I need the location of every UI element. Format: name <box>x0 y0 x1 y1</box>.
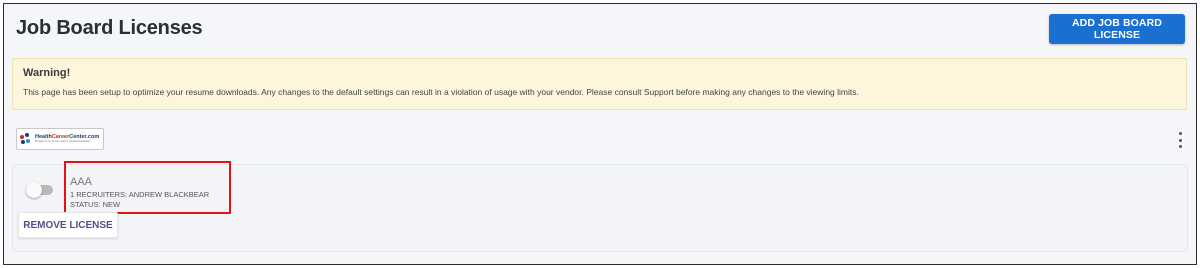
warning-banner: Warning! This page has been setup to opt… <box>12 58 1187 110</box>
license-name: AAA <box>70 176 93 188</box>
add-job-board-license-button[interactable]: ADD JOB BOARD LICENSE <box>1049 14 1185 44</box>
license-recruiters: 1 RECRUITERS: ANDREW BLACKBEAR <box>70 190 210 199</box>
license-card: AAA 1 RECRUITERS: ANDREW BLACKBEAR STATU… <box>12 164 1188 252</box>
warning-text: This page has been setup to optimize you… <box>23 87 859 97</box>
page-container: Job Board Licenses ADD JOB BOARD LICENSE… <box>3 3 1197 265</box>
license-info: AAA 1 RECRUITERS: ANDREW BLACKBEAR STATU… <box>70 176 209 209</box>
kebab-menu-icon[interactable] <box>1174 132 1186 148</box>
toggle-knob <box>26 182 42 198</box>
license-enabled-toggle[interactable] <box>26 182 53 198</box>
page-title: Job Board Licenses <box>16 17 203 39</box>
logo-text-center: Center.com <box>69 133 100 140</box>
logo-text-health: Health <box>35 133 52 140</box>
remove-license-button[interactable]: REMOVE LICENSE <box>18 212 118 238</box>
logo-people-icon <box>20 133 32 145</box>
job-board-logo: HealthCareerCenter.com Brought to you by… <box>16 128 104 150</box>
logo-tagline: Brought to you by the nation's hospital … <box>35 140 91 143</box>
logo-text-career: Career <box>51 133 70 140</box>
warning-title: Warning! <box>23 67 71 79</box>
license-status: STATUS: NEW <box>70 200 121 209</box>
